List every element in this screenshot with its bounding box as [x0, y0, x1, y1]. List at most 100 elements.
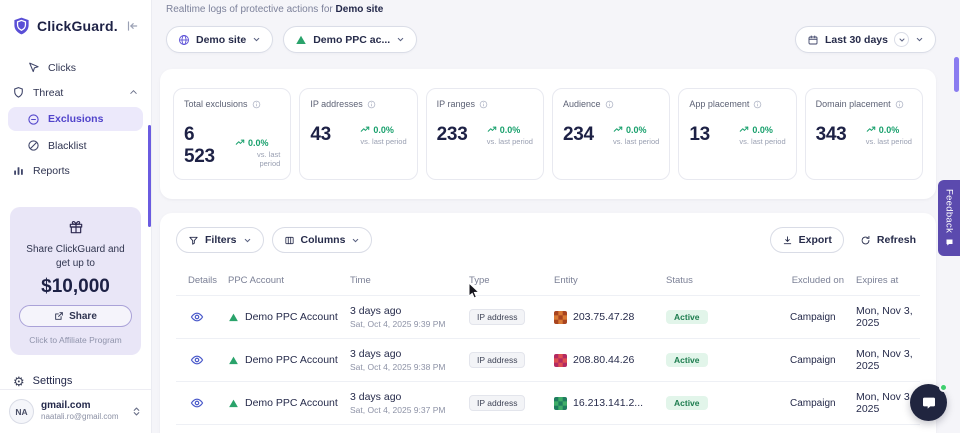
sidebar-item-settings[interactable]: ⚙ Settings — [0, 373, 151, 389]
share-button[interactable]: Share — [19, 305, 132, 327]
sidebar-item-clicks[interactable]: Clicks — [0, 55, 151, 80]
sidebar-item-reports[interactable]: Reports — [0, 158, 151, 183]
info-icon[interactable] — [367, 100, 376, 109]
status-cell: Active — [666, 396, 778, 410]
circle-minus-icon — [27, 113, 40, 126]
expires-at-cell: Mon, Nov 3, 2025 — [844, 391, 920, 415]
trend-up-icon — [360, 125, 370, 135]
date-range-dropdown[interactable]: Last 30 days — [795, 26, 936, 53]
sidebar-item-label: Blacklist — [48, 140, 87, 152]
stats-panel: Total exclusions 6 523 0.0% vs. las — [160, 69, 936, 199]
status-cell: Active — [666, 310, 778, 324]
cursor-click-icon — [27, 61, 40, 74]
details-cell — [176, 353, 228, 367]
google-ads-icon — [228, 355, 239, 366]
sidebar-item-blacklist[interactable]: Blacklist — [0, 133, 151, 158]
chevron-up-icon — [128, 87, 139, 98]
nav-scroll-indicator[interactable] — [148, 125, 151, 227]
affiliate-link[interactable]: Click to Affiliate Program — [19, 335, 132, 345]
export-button[interactable]: Export — [770, 227, 844, 253]
refresh-button[interactable]: Refresh — [856, 227, 920, 253]
account-switcher[interactable]: NA gmail.com naatali.ro@gmail.com — [0, 389, 151, 433]
col-header-ppc-account[interactable]: PPC Account — [228, 275, 350, 286]
stat-trend-period: vs. last period — [866, 137, 912, 146]
app-root: ClickGuard. Clicks Threat — [0, 0, 960, 433]
time-relative: 3 days ago — [350, 348, 469, 360]
feedback-chat-icon — [945, 238, 954, 247]
table-header-row: Details PPC Account Time Type Entity Sta… — [176, 275, 920, 296]
sidebar-collapse-icon[interactable] — [125, 19, 139, 33]
trend-up-icon — [739, 125, 749, 135]
table-row[interactable]: Demo PPC Account 3 days ago Sat, Oct 4, … — [176, 296, 920, 339]
calendar-icon — [807, 34, 819, 46]
chevron-circle-icon[interactable] — [894, 32, 909, 47]
scrollbar-thumb[interactable] — [954, 57, 959, 92]
account-email: naatali.ro@gmail.com — [41, 412, 118, 422]
entity-value: 208.80.44.26 — [573, 354, 634, 366]
col-header-status[interactable]: Status — [666, 275, 778, 286]
eye-icon[interactable] — [190, 353, 204, 367]
col-header-excluded-on[interactable]: Excluded on — [778, 275, 844, 286]
col-header-type[interactable]: Type — [469, 275, 554, 286]
info-icon[interactable] — [753, 100, 762, 109]
stat-trend-value: 0.0% — [500, 125, 521, 135]
stat-trend-value: 0.0% — [248, 138, 269, 148]
stat-card: Total exclusions 6 523 0.0% vs. las — [173, 88, 291, 180]
share-button-label: Share — [69, 311, 97, 322]
account-name: gmail.com — [41, 400, 118, 412]
info-icon[interactable] — [479, 100, 488, 109]
stat-trend-period: vs. last period — [613, 137, 659, 146]
col-header-time[interactable]: Time — [350, 275, 469, 286]
excluded-on-cell: Campaign — [778, 312, 844, 323]
table-row[interactable]: Demo PPC Account 3 days ago Sat, Oct 4, … — [176, 382, 920, 425]
eye-icon[interactable] — [190, 396, 204, 410]
sidebar-item-threat[interactable]: Threat — [0, 80, 151, 105]
exclusions-table-panel: Filters Columns Export Refresh — [160, 213, 936, 433]
stat-card: App placement 13 0.0% vs. last peri — [678, 88, 796, 180]
excluded-on-cell: Campaign — [778, 398, 844, 409]
bar-chart-icon — [12, 164, 25, 177]
site-filter-value: Demo site — [196, 34, 246, 46]
stat-value: 43 — [310, 124, 331, 146]
sidebar-item-exclusions[interactable]: Exclusions — [8, 107, 143, 131]
table-row[interactable]: Demo PPC Account 3 days ago Sat, Oct 4, … — [176, 339, 920, 382]
info-icon[interactable] — [252, 100, 261, 109]
info-icon[interactable] — [895, 100, 904, 109]
filter-bar: Demo site Demo PPC ac... Last 30 days — [166, 26, 936, 53]
filters-button[interactable]: Filters — [176, 227, 264, 253]
time-exact: Sat, Oct 4, 2025 9:39 PM — [350, 319, 469, 329]
ppc-account-filter-value: Demo PPC ac... — [313, 34, 390, 46]
stat-trend-period: vs. last period — [235, 150, 280, 168]
excluded-on-cell: Campaign — [778, 355, 844, 366]
col-header-details[interactable]: Details — [176, 275, 228, 286]
sidebar-item-label: Threat — [33, 87, 63, 99]
chevron-down-icon — [351, 236, 360, 245]
columns-button[interactable]: Columns — [272, 227, 373, 253]
info-icon[interactable] — [605, 100, 614, 109]
site-name: Demo site — [336, 4, 384, 15]
entity-value: 203.75.47.28 — [573, 311, 634, 323]
eye-icon[interactable] — [190, 310, 204, 324]
type-badge: IP address — [469, 395, 525, 411]
type-cell: IP address — [469, 309, 554, 325]
time-cell: 3 days ago Sat, Oct 4, 2025 9:38 PM — [350, 348, 469, 372]
site-filter-dropdown[interactable]: Demo site — [166, 26, 273, 53]
sidebar: ClickGuard. Clicks Threat — [0, 0, 152, 433]
feedback-tab[interactable]: Feedback — [938, 180, 960, 256]
details-cell — [176, 396, 228, 410]
time-cell: 3 days ago Sat, Oct 4, 2025 9:37 PM — [350, 391, 469, 415]
main-content: Realtime logs of protective actions for … — [152, 0, 960, 433]
sidebar-item-label: Reports — [33, 165, 70, 177]
table-body: Demo PPC Account 3 days ago Sat, Oct 4, … — [176, 296, 920, 425]
chat-launcher-button[interactable] — [910, 384, 947, 421]
stat-trend: 0.0% vs. last period — [866, 125, 912, 146]
ppc-account-filter-dropdown[interactable]: Demo PPC ac... — [283, 26, 417, 53]
trend-up-icon — [866, 125, 876, 135]
page-subtitle: Realtime logs of protective actions for … — [166, 4, 936, 15]
col-header-expires-at[interactable]: Expires at — [844, 275, 920, 286]
col-header-entity[interactable]: Entity — [554, 275, 666, 286]
stat-trend-period: vs. last period — [739, 137, 785, 146]
external-link-icon — [54, 311, 64, 321]
time-relative: 3 days ago — [350, 391, 469, 403]
funnel-icon — [188, 235, 199, 246]
